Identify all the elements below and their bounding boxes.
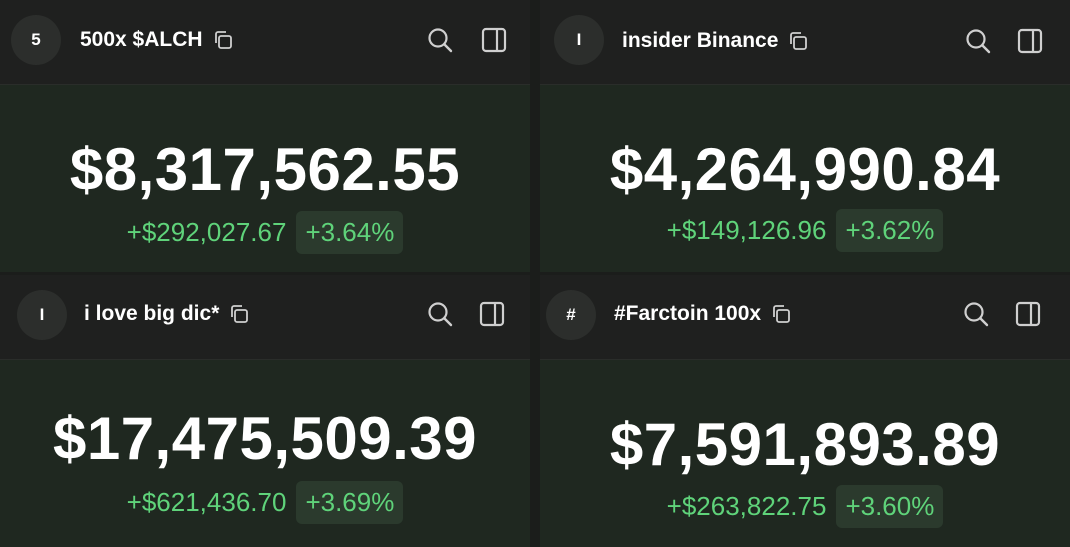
copy-icon[interactable] — [788, 31, 808, 51]
sidebar-panel-icon[interactable] — [478, 300, 506, 328]
wallet-name-group: #Farctoin 100x — [614, 302, 791, 326]
wallet-panel: I insider Binance $4,264,990.84 +$149,12… — [540, 0, 1070, 272]
copy-icon[interactable] — [771, 304, 791, 324]
wallet-body: $7,591,893.89 +$263,822.75 +3.60% — [540, 360, 1070, 547]
wallet-body: $4,264,990.84 +$149,126.96 +3.62% — [540, 85, 1070, 272]
change-amount: +$263,822.75 — [666, 491, 827, 521]
wallet-name-group: i love big dic* — [84, 302, 249, 326]
wallet-panel: I i love big dic* $17,475,509.39 +$621,4… — [0, 275, 530, 547]
search-icon[interactable] — [426, 26, 454, 54]
wallet-panel: # #Farctoin 100x $7,591,893.89 +$263,822… — [540, 275, 1070, 547]
wallet-header: I i love big dic* — [0, 275, 530, 360]
change-amount: +$621,436.70 — [126, 487, 287, 517]
copy-icon[interactable] — [229, 304, 249, 324]
total-value: $8,317,562.55 — [69, 136, 461, 203]
wallet-body: $17,475,509.39 +$621,436.70 +3.69% — [0, 360, 530, 547]
wallet-name-group: insider Binance — [622, 29, 808, 53]
total-value: $7,591,893.89 — [609, 411, 1001, 478]
avatar[interactable]: I — [554, 15, 604, 65]
search-icon[interactable] — [426, 300, 454, 328]
wallet-name-group: 500x $ALCH — [80, 28, 233, 52]
change-percent-badge: +3.69% — [296, 481, 404, 524]
sidebar-panel-icon[interactable] — [1016, 27, 1044, 55]
avatar[interactable]: 5 — [11, 15, 61, 65]
avatar[interactable]: # — [546, 290, 596, 340]
search-icon[interactable] — [964, 27, 992, 55]
avatar[interactable]: I — [17, 290, 67, 340]
wallet-header: 5 500x $ALCH — [0, 0, 530, 85]
total-value: $17,475,509.39 — [52, 405, 478, 472]
change-row: +$292,027.67 +3.64% — [0, 211, 530, 254]
wallet-body: $8,317,562.55 +$292,027.67 +3.64% — [0, 85, 530, 272]
change-amount: +$149,126.96 — [666, 215, 827, 245]
copy-icon[interactable] — [213, 30, 233, 50]
wallet-panel: 5 500x $ALCH $8,317,562.55 +$292,027.67 … — [0, 0, 530, 272]
change-row: +$149,126.96 +3.62% — [540, 209, 1070, 252]
change-percent-badge: +3.62% — [836, 209, 944, 252]
search-icon[interactable] — [962, 300, 990, 328]
wallet-name: i love big dic* — [84, 302, 220, 325]
change-row: +$621,436.70 +3.69% — [0, 481, 530, 524]
sidebar-panel-icon[interactable] — [480, 26, 508, 54]
change-percent-badge: +3.60% — [836, 485, 944, 528]
sidebar-panel-icon[interactable] — [1014, 300, 1042, 328]
change-amount: +$292,027.67 — [126, 217, 287, 247]
change-row: +$263,822.75 +3.60% — [540, 485, 1070, 528]
wallet-name: 500x $ALCH — [80, 28, 203, 51]
wallet-header: I insider Binance — [540, 0, 1070, 85]
wallet-name: #Farctoin 100x — [614, 302, 762, 325]
change-percent-badge: +3.64% — [296, 211, 404, 254]
wallet-name: insider Binance — [622, 29, 779, 52]
total-value: $4,264,990.84 — [609, 136, 1001, 203]
wallet-header: # #Farctoin 100x — [540, 275, 1070, 360]
